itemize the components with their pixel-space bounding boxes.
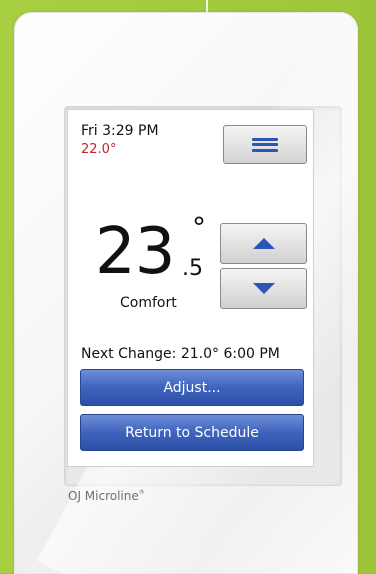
degree-symbol: °	[192, 211, 206, 244]
decrease-temperature-button[interactable]	[220, 268, 307, 309]
brand-name: OJ Microline	[68, 489, 139, 503]
setpoint-temperature: 23	[95, 215, 175, 289]
adjust-button[interactable]: Adjust...	[80, 369, 304, 406]
registered-mark: ®	[138, 489, 145, 496]
mode-label: Comfort	[120, 295, 177, 311]
next-change-text: Next Change: 21.0° 6:00 PM	[81, 346, 280, 362]
setpoint-decimal: .5	[182, 256, 203, 281]
arrow-down-icon	[252, 283, 275, 294]
brand-logo: OJ Microline®	[68, 489, 145, 503]
menu-button[interactable]	[223, 125, 307, 164]
return-to-schedule-button[interactable]: Return to Schedule	[80, 414, 304, 451]
menu-icon	[252, 137, 278, 152]
floor-temperature: 22.0°	[81, 142, 117, 157]
touch-screen: Fri 3:29 PM 22.0° 23 .5 ° Comfort Next C…	[67, 109, 314, 467]
date-time: Fri 3:29 PM	[81, 123, 159, 139]
arrow-up-icon	[252, 238, 275, 249]
increase-temperature-button[interactable]	[220, 223, 307, 264]
